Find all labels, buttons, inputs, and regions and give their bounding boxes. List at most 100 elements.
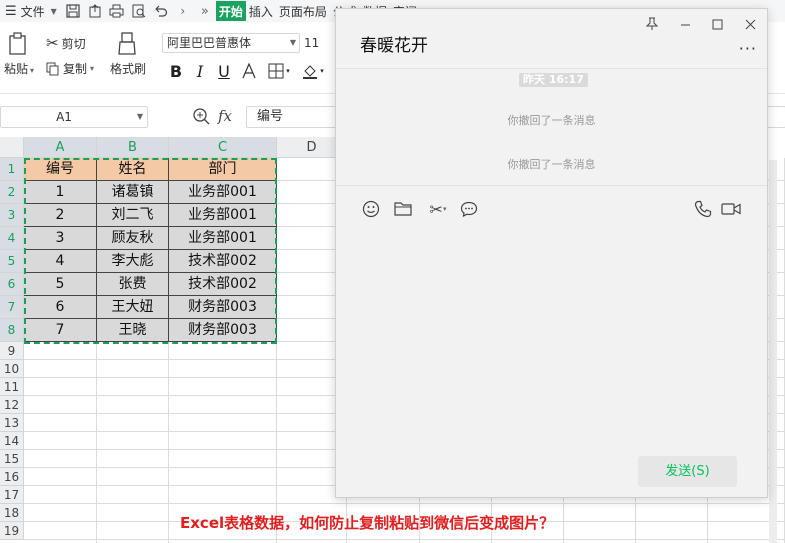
screenshot-scissors-icon[interactable]: ✂ ▾ <box>425 199 451 219</box>
row-header[interactable]: 14 <box>0 432 24 450</box>
copy-label: 复制 <box>63 62 88 76</box>
font-size-select[interactable]: 11 <box>302 33 336 53</box>
row-header[interactable]: 17 <box>0 486 24 504</box>
send-button[interactable]: 发送(S) <box>638 456 737 487</box>
column-header-a[interactable]: A <box>24 137 97 158</box>
fill-color-button[interactable]: ▾ <box>298 60 328 82</box>
table-header-cell[interactable]: 编号 <box>24 158 97 181</box>
table-cell[interactable]: 6 <box>24 296 97 319</box>
row-header[interactable]: 13 <box>0 414 24 432</box>
table-cell[interactable]: 2 <box>24 204 97 227</box>
row-header[interactable]: 2 <box>0 181 24 204</box>
table-header-cell[interactable]: 部门 <box>169 158 277 181</box>
table-cell[interactable]: 王大妞 <box>97 296 169 319</box>
row-header[interactable]: 10 <box>0 360 24 378</box>
italic-button[interactable]: I <box>190 60 210 82</box>
print-preview-icon[interactable] <box>128 0 150 22</box>
export-icon[interactable] <box>84 0 106 22</box>
maximize-icon[interactable] <box>706 15 728 33</box>
file-menu-label: 文件 <box>20 4 45 19</box>
row-header[interactable]: 16 <box>0 468 24 486</box>
select-all-corner[interactable] <box>0 137 24 158</box>
font-size-value: 11 <box>304 36 320 50</box>
table-cell[interactable]: 业务部001 <box>169 204 277 227</box>
column-header-c[interactable]: C <box>169 137 277 158</box>
save-icon[interactable] <box>62 0 84 22</box>
row-header[interactable]: 5 <box>0 250 24 273</box>
table-cell[interactable]: 李大彪 <box>97 250 169 273</box>
table-cell[interactable]: 财务部003 <box>169 296 277 319</box>
paste-button[interactable]: 粘贴 ▾ <box>4 32 34 77</box>
emoji-icon[interactable] <box>361 199 381 219</box>
tab-home[interactable]: 开始 <box>215 1 246 21</box>
row-header[interactable]: 11 <box>0 378 24 396</box>
table-cell[interactable]: 4 <box>24 250 97 273</box>
format-painter-button[interactable]: 格式刷 <box>110 32 146 77</box>
copy-button[interactable]: 复制 ▾ <box>46 60 94 77</box>
row-header[interactable]: 7 <box>0 296 24 319</box>
row-header[interactable]: 3 <box>0 204 24 227</box>
undo-icon[interactable] <box>150 0 172 22</box>
folder-icon[interactable] <box>393 199 413 219</box>
timestamp-badge: 昨天 16:17 <box>519 73 588 87</box>
vertical-scrollbar[interactable] <box>769 160 777 543</box>
table-cell[interactable]: 技术部002 <box>169 250 277 273</box>
row-header[interactable]: 6 <box>0 273 24 296</box>
table-cell[interactable]: 诸葛镇 <box>97 181 169 204</box>
scissors-icon: ✂ <box>46 34 59 52</box>
table-cell[interactable]: 顾友秋 <box>97 227 169 250</box>
print-icon[interactable] <box>106 0 128 22</box>
more-options-icon[interactable]: ··· <box>739 39 757 58</box>
font-name-select[interactable]: 阿里巴巴普惠体 ▼ <box>162 33 300 53</box>
phone-icon[interactable] <box>693 199 713 219</box>
table-cell[interactable]: 7 <box>24 319 97 342</box>
table-header-cell[interactable]: 姓名 <box>97 158 169 181</box>
redo-icon[interactable]: › <box>172 0 194 22</box>
row-header[interactable]: 8 <box>0 319 24 342</box>
row-header[interactable]: 19 <box>0 522 24 540</box>
function-button[interactable]: fx <box>218 107 232 125</box>
cut-label: 剪切 <box>61 36 86 51</box>
chevron-down-icon: ▾ <box>320 67 324 75</box>
row-header[interactable]: 12 <box>0 396 24 414</box>
cut-button[interactable]: ✂ 剪切 <box>46 34 86 52</box>
row-header[interactable]: 9 <box>0 342 24 360</box>
table-cell[interactable]: 技术部002 <box>169 273 277 296</box>
row-header[interactable]: 4 <box>0 227 24 250</box>
tab-insert[interactable]: 插入 <box>246 1 276 21</box>
table-cell[interactable]: 业务部001 <box>169 181 277 204</box>
table-cell[interactable]: 刘二飞 <box>97 204 169 227</box>
clipboard-icon <box>9 32 26 55</box>
table-cell[interactable]: 5 <box>24 273 97 296</box>
table-cell[interactable]: 1 <box>24 181 97 204</box>
chevron-down-icon: ▼ <box>50 6 57 16</box>
row-header[interactable]: 18 <box>0 504 24 522</box>
row-header[interactable]: 1 <box>0 158 24 181</box>
borders-icon <box>268 63 284 79</box>
table-cell[interactable]: 3 <box>24 227 97 250</box>
tab-page-layout[interactable]: 页面布局 <box>276 1 330 21</box>
more-quick-icon[interactable]: » <box>194 0 216 22</box>
table-cell[interactable]: 张费 <box>97 273 169 296</box>
name-box[interactable]: A1 ▼ <box>0 106 148 128</box>
minimize-icon[interactable] <box>674 15 696 33</box>
row-header[interactable]: 15 <box>0 450 24 468</box>
bold-button[interactable]: B <box>166 60 186 82</box>
outline-a-icon <box>242 63 256 79</box>
column-header-b[interactable]: B <box>97 137 169 158</box>
gridline <box>24 539 785 540</box>
text-effect-button[interactable] <box>238 60 260 82</box>
table-cell[interactable]: 王晓 <box>97 319 169 342</box>
close-icon[interactable] <box>739 15 761 33</box>
underline-button[interactable]: U <box>214 60 234 82</box>
chat-bubble-icon[interactable] <box>459 199 479 219</box>
video-call-icon[interactable] <box>721 199 741 219</box>
pin-icon[interactable] <box>641 15 663 33</box>
zoom-icon[interactable] <box>192 107 210 128</box>
borders-button[interactable]: ▾ <box>264 60 294 82</box>
table-cell[interactable]: 财务部003 <box>169 319 277 342</box>
brush-icon <box>118 32 136 55</box>
file-menu[interactable]: ☰ 文件 ▼ <box>0 0 62 22</box>
chevron-down-icon: ▾ <box>30 66 35 75</box>
table-cell[interactable]: 业务部001 <box>169 227 277 250</box>
